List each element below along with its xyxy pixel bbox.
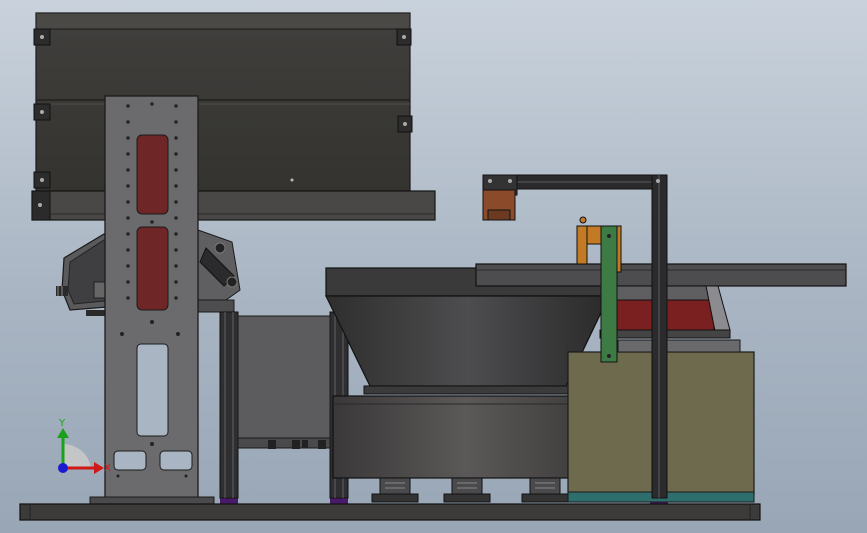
hopper-box [33,12,413,192]
base-plate [19,503,761,521]
spring-bracket [195,229,241,313]
cad-assembly-drawing: Y X [19,12,847,521]
x-axis-label: X [104,463,111,474]
control-box [237,315,331,449]
coordinate-triad[interactable]: Y X [57,418,111,474]
y-axis-label: Y [58,418,66,429]
cad-viewport[interactable]: Y X [0,0,867,533]
bowl-base-mounts [371,477,569,503]
z-axis-dot [58,463,68,473]
perforated-column [89,95,215,506]
vibratory-bowl [325,267,610,479]
hopper-chute-plate [31,190,436,221]
